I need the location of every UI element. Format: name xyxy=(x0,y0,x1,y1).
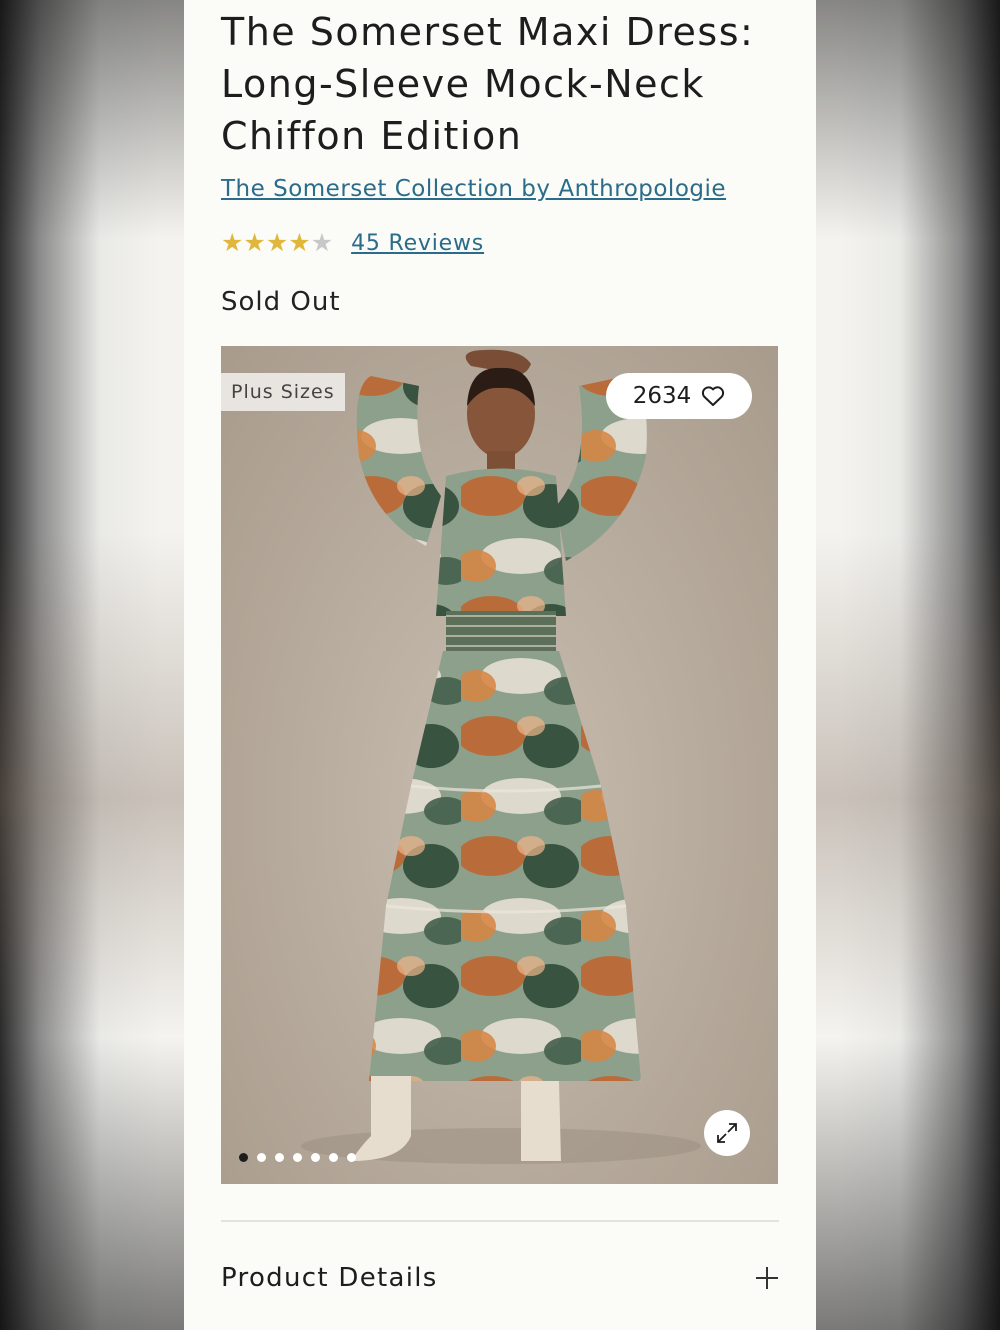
dress-photo xyxy=(301,349,701,1164)
carousel-dot[interactable] xyxy=(329,1153,338,1162)
expand-icon xyxy=(717,1123,737,1143)
carousel-dot[interactable] xyxy=(275,1153,284,1162)
carousel-dot[interactable] xyxy=(293,1153,302,1162)
star-empty-icon: ★ xyxy=(310,228,334,257)
plus-sizes-badge: Plus Sizes xyxy=(221,373,345,411)
likes-count: 2634 xyxy=(632,383,692,409)
favorite-button[interactable]: 2634 xyxy=(606,373,752,419)
right-background-blur xyxy=(816,0,1000,1330)
product-details-label: Product Details xyxy=(221,1263,438,1293)
product-details-accordion[interactable]: Product Details xyxy=(221,1254,779,1302)
heart-icon xyxy=(702,386,725,406)
expand-image-button[interactable] xyxy=(704,1110,750,1156)
star-filled-icon: ★ xyxy=(265,228,289,257)
plus-icon[interactable] xyxy=(755,1266,779,1290)
product-title: The Somerset Maxi Dress: Long-Sleeve Moc… xyxy=(221,10,755,158)
collection-link[interactable]: The Somerset Collection by Anthropologie xyxy=(221,176,726,202)
carousel-pagination[interactable] xyxy=(239,1153,356,1162)
carousel-dot[interactable] xyxy=(239,1153,248,1162)
carousel-dot[interactable] xyxy=(347,1153,356,1162)
star-filled-icon: ★ xyxy=(221,228,244,257)
product-page: The Somerset Maxi Dress: Long-Sleeve Moc… xyxy=(184,0,816,1330)
star-rating: ★ ★ ★ ★ ★ xyxy=(221,228,333,258)
star-filled-icon: ★ xyxy=(243,228,266,257)
divider xyxy=(221,1220,779,1222)
star-filled-icon: ★ xyxy=(288,228,311,257)
carousel-dot[interactable] xyxy=(311,1153,320,1162)
rating-row: ★ ★ ★ ★ ★ 45 Reviews xyxy=(221,228,484,258)
reviews-link[interactable]: 45 Reviews xyxy=(351,231,484,256)
carousel-dot[interactable] xyxy=(257,1153,266,1162)
left-background-blur xyxy=(0,0,184,1330)
product-image-carousel[interactable]: Plus Sizes 2634 xyxy=(221,346,778,1184)
stock-status: Sold Out xyxy=(221,287,341,317)
